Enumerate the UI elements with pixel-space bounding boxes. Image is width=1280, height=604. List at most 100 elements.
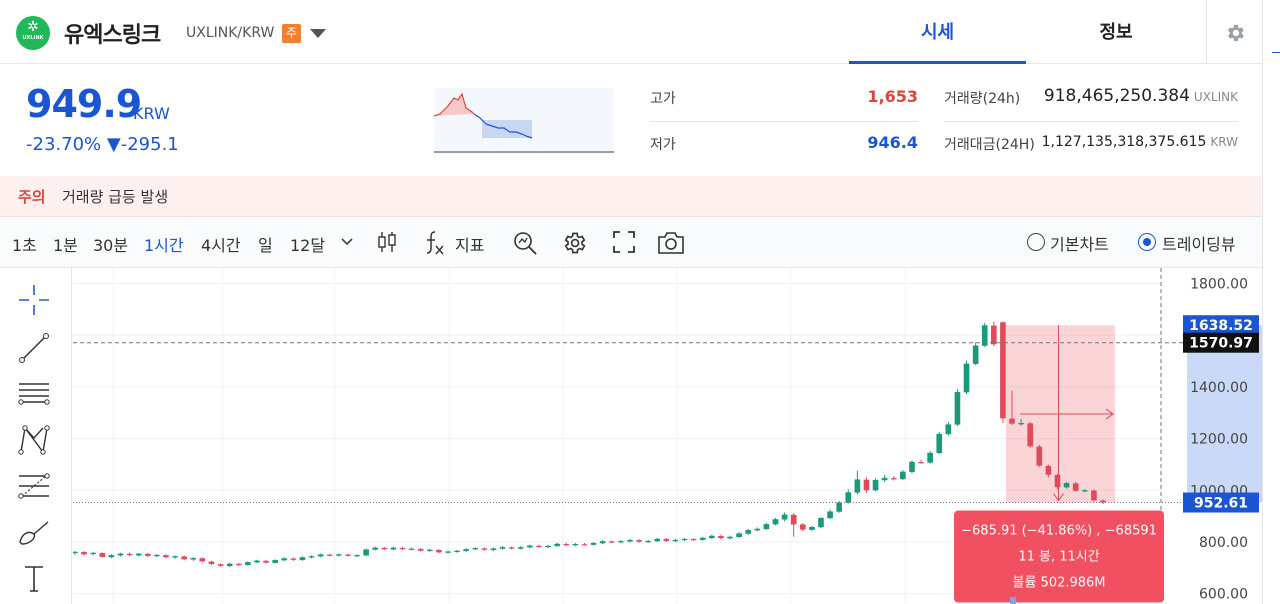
candle-body bbox=[727, 536, 733, 539]
candle-body bbox=[772, 519, 779, 525]
interval-1s[interactable]: 1초 bbox=[12, 232, 37, 256]
volume-alert-banner: 주의 거래량 급등 발생 bbox=[0, 176, 1262, 216]
price-summary: 949.9 KRW -23.70% ▼-295.1 고가 1,653 저가 94… bbox=[0, 64, 1262, 176]
indicator-button[interactable]: 지표 bbox=[455, 232, 484, 256]
settings-button[interactable] bbox=[1206, 0, 1262, 64]
horizontal-lines-icon[interactable] bbox=[16, 376, 52, 412]
candle-body bbox=[872, 479, 879, 491]
price-chart-area[interactable]: 1800.001600.001400.001200.001000.00800.0… bbox=[73, 268, 1262, 604]
text-icon[interactable] bbox=[16, 560, 52, 596]
candle-body bbox=[972, 345, 979, 364]
fullscreen-icon[interactable] bbox=[612, 230, 636, 254]
candle-body bbox=[781, 514, 788, 520]
candle-body bbox=[154, 554, 160, 557]
warning-badge: 주 bbox=[282, 24, 301, 43]
y-tick-label: 800.00 bbox=[1199, 535, 1248, 551]
measure-info-line: 볼륨 502.986M bbox=[1013, 576, 1106, 591]
candle-body bbox=[545, 545, 551, 548]
candle-body bbox=[463, 549, 470, 552]
chart-toolbar: 1초 1분 30분 1시간 4시간 일 12달 지표 기본차트 트레이딩뷰 bbox=[0, 216, 1262, 268]
candle-body bbox=[736, 533, 742, 538]
basic-chart-radio[interactable] bbox=[1027, 233, 1045, 251]
alert-tag: 주의 bbox=[18, 188, 46, 206]
candle-body bbox=[126, 553, 133, 556]
brush-icon[interactable] bbox=[16, 514, 52, 550]
interval-30m[interactable]: 30분 bbox=[93, 232, 128, 256]
candle-body bbox=[900, 471, 906, 480]
candle-body bbox=[672, 539, 679, 542]
y-tick-label: 1200.00 bbox=[1190, 432, 1248, 448]
candle-body bbox=[372, 547, 379, 550]
interval-day[interactable]: 일 bbox=[258, 232, 273, 256]
candle-body bbox=[90, 552, 97, 555]
trend-line-icon[interactable] bbox=[16, 330, 52, 366]
panel-divider bbox=[1262, 0, 1263, 604]
gear-icon[interactable] bbox=[561, 230, 587, 256]
tradingview-radio[interactable] bbox=[1138, 233, 1156, 251]
candle-body bbox=[308, 556, 315, 558]
candle-body bbox=[1091, 490, 1097, 501]
candle-body bbox=[745, 530, 752, 534]
basic-chart-label[interactable]: 기본차트 bbox=[1050, 231, 1109, 255]
candle-body bbox=[754, 528, 761, 531]
tab-price[interactable]: 시세 bbox=[849, 0, 1026, 64]
candle-body bbox=[245, 562, 251, 565]
tradingview-label[interactable]: 트레이딩뷰 bbox=[1162, 231, 1236, 255]
edge-marker bbox=[1272, 52, 1280, 53]
candle-body bbox=[208, 561, 215, 564]
interval-12month[interactable]: 12달 bbox=[290, 232, 325, 256]
crosshair-icon[interactable] bbox=[16, 282, 52, 318]
candle-body bbox=[1054, 475, 1061, 488]
candle-body bbox=[408, 548, 415, 550]
candle-body bbox=[199, 558, 206, 562]
candle-body bbox=[636, 540, 642, 542]
candle-body bbox=[863, 479, 870, 491]
candle-body bbox=[290, 558, 297, 560]
candle-body bbox=[190, 557, 197, 560]
candle-body bbox=[217, 564, 224, 566]
tab-info[interactable]: 정보 bbox=[1026, 0, 1206, 64]
candle-body bbox=[99, 553, 106, 557]
uxlink-logo: ✲ UXLINK bbox=[16, 16, 50, 50]
candle-body bbox=[890, 478, 897, 480]
chevron-down-icon[interactable] bbox=[340, 237, 354, 247]
candle-body bbox=[581, 544, 588, 546]
candle-body bbox=[563, 544, 570, 546]
candle-body bbox=[527, 545, 533, 548]
y-tick-label: 1800.00 bbox=[1190, 277, 1248, 293]
fx-icon[interactable] bbox=[424, 230, 446, 256]
chevron-down-icon[interactable] bbox=[310, 29, 326, 38]
candle-body bbox=[135, 553, 142, 556]
candle-body bbox=[572, 544, 579, 546]
candle-body bbox=[608, 541, 615, 543]
interval-4h[interactable]: 4시간 bbox=[201, 232, 241, 256]
camera-icon[interactable] bbox=[656, 230, 686, 256]
interval-1m[interactable]: 1분 bbox=[53, 232, 78, 256]
candle-body bbox=[436, 549, 442, 553]
candle-body bbox=[399, 547, 406, 550]
high-label: 고가 bbox=[650, 91, 676, 107]
magnifier-icon[interactable] bbox=[512, 230, 538, 256]
candle-body bbox=[836, 502, 842, 512]
drawing-toolbar bbox=[0, 268, 72, 604]
pattern-icon[interactable] bbox=[16, 422, 52, 458]
candlestick-chart[interactable]: 1800.001600.001400.001200.001000.00800.0… bbox=[73, 268, 1262, 604]
candle-body bbox=[809, 526, 815, 530]
y-tick-label: 1400.00 bbox=[1190, 380, 1248, 396]
candle-body bbox=[1036, 446, 1043, 466]
fib-retracement-icon[interactable] bbox=[16, 468, 52, 504]
candle-body bbox=[1063, 483, 1070, 488]
volume-value: 918,465,250.384 UXLINK bbox=[1030, 86, 1238, 106]
candle-body bbox=[117, 553, 124, 556]
candle-body bbox=[627, 539, 633, 542]
price-change: -23.70% ▼-295.1 bbox=[26, 134, 179, 155]
candle-body bbox=[390, 547, 397, 550]
candle-body bbox=[681, 538, 688, 541]
interval-1h[interactable]: 1시간 bbox=[144, 232, 184, 256]
candle-body bbox=[108, 555, 115, 558]
candle-body bbox=[326, 554, 333, 556]
stat-divider bbox=[650, 121, 918, 122]
candle-body bbox=[263, 560, 269, 563]
candlestick-icon[interactable] bbox=[376, 230, 398, 254]
candle-body bbox=[918, 462, 924, 464]
